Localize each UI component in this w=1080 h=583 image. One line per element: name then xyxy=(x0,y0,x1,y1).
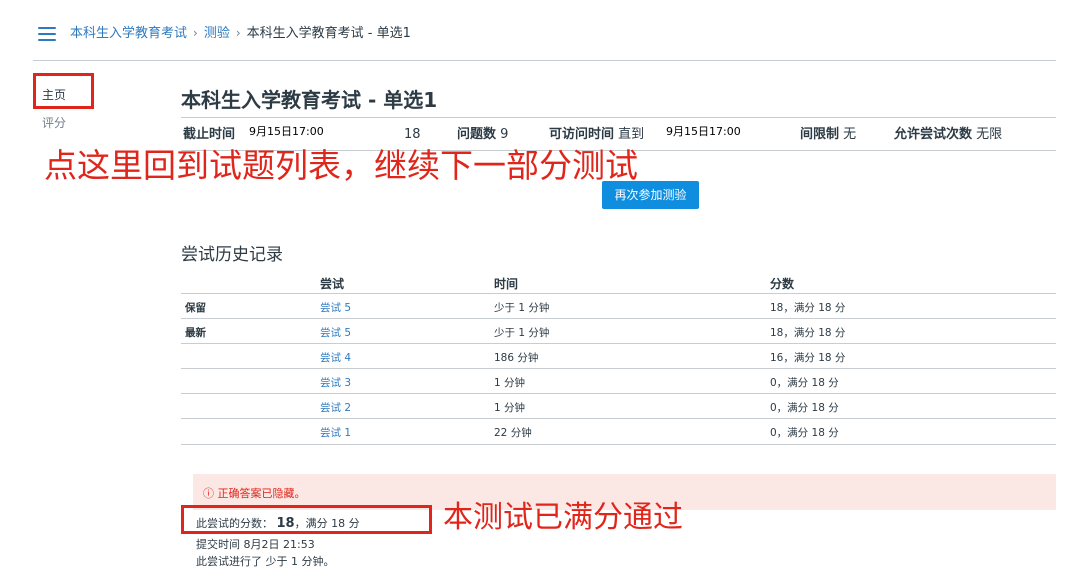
row-tag: 保留 xyxy=(185,302,206,314)
attempt-link[interactable]: 尝试 4 xyxy=(320,350,351,365)
breadcrumb-separator-icon: › xyxy=(235,26,241,40)
alert-message: ⓘ 正确答案已隐藏。 xyxy=(203,485,306,501)
attempt-link[interactable]: 尝试 2 xyxy=(320,400,351,415)
header-divider xyxy=(33,60,1056,61)
submitted-time: 提交时间 8月2日 21:53 xyxy=(196,538,315,551)
column-header-time: 时间 xyxy=(494,277,519,291)
attempt-score: 0，满分 18 分 xyxy=(770,427,839,439)
page-title: 本科生入学教育考试 - 单选1 xyxy=(181,88,438,112)
time-limit-value: 无 xyxy=(843,127,857,142)
column-header-attempt: 尝试 xyxy=(320,277,345,291)
retake-quiz-button[interactable]: 再次参加测验 xyxy=(602,181,699,209)
table-row: 尝试 2 1 分钟 0，满分 18 分 xyxy=(181,393,1056,419)
table-row: 尝试 3 1 分钟 0，满分 18 分 xyxy=(181,368,1056,394)
annotation-back-to-list: 点这里回到试题列表，继续下一部分测试 xyxy=(44,146,638,185)
attempt-time: 1 分钟 xyxy=(494,402,526,414)
annotation-passed: 本测试已满分通过 xyxy=(443,500,683,535)
attempts-label: 允许尝试次数 xyxy=(894,127,973,142)
attempt-score: 16，满分 18 分 xyxy=(770,352,846,364)
time-limit-label: 间限制 xyxy=(800,127,840,142)
highlight-box-home xyxy=(33,73,94,109)
divider xyxy=(181,117,1056,118)
table-row: 尝试 1 22 分钟 0，满分 18 分 xyxy=(181,418,1056,444)
column-header-score: 分数 xyxy=(770,277,795,291)
breadcrumb-quizzes[interactable]: 测验 xyxy=(204,26,230,41)
attempt-link[interactable]: 尝试 1 xyxy=(320,425,351,440)
attempt-time: 186 分钟 xyxy=(494,352,539,364)
attempt-time: 1 分钟 xyxy=(494,377,526,389)
available-date: 9月15日17:00 xyxy=(666,125,741,138)
hamburger-menu-icon[interactable] xyxy=(38,27,56,41)
attempt-time: 少于 1 分钟 xyxy=(494,302,550,314)
breadcrumb: 本科生入学教育考试 › 测验 › 本科生入学教育考试 - 单选1 xyxy=(70,24,411,43)
time-limit-info: 间限制 无 xyxy=(800,126,856,144)
alert-text: 正确答案已隐藏。 xyxy=(217,487,306,500)
row-tag: 最新 xyxy=(185,327,206,339)
history-title: 尝试历史记录 xyxy=(181,245,283,265)
attempt-link[interactable]: 尝试 5 xyxy=(320,325,351,340)
attempt-score: 0，满分 18 分 xyxy=(770,377,839,389)
table-row: 保留 尝试 5 少于 1 分钟 18，满分 18 分 xyxy=(181,293,1056,319)
table-bottom-divider xyxy=(181,444,1056,445)
attempts-info: 允许尝试次数 无限 xyxy=(894,126,1002,144)
attempt-score: 18，满分 18 分 xyxy=(770,302,846,314)
attempt-link[interactable]: 尝试 5 xyxy=(320,300,351,315)
attempt-score: 0，满分 18 分 xyxy=(770,402,839,414)
attempt-time: 少于 1 分钟 xyxy=(494,327,550,339)
breadcrumb-current: 本科生入学教育考试 - 单选1 xyxy=(246,26,411,41)
attempt-time: 22 分钟 xyxy=(494,427,532,439)
table-row: 尝试 4 186 分钟 16，满分 18 分 xyxy=(181,343,1056,369)
breadcrumb-course[interactable]: 本科生入学教育考试 xyxy=(70,26,187,41)
due-date: 9月15日17:00 xyxy=(249,125,324,138)
sidebar-item-grades[interactable]: 评分 xyxy=(42,114,66,131)
table-row: 最新 尝试 5 少于 1 分钟 18，满分 18 分 xyxy=(181,318,1056,344)
info-circle-icon: ⓘ xyxy=(203,487,214,500)
attempts-value: 无限 xyxy=(976,127,1003,142)
attempt-link[interactable]: 尝试 3 xyxy=(320,375,351,390)
attempt-duration: 此尝试进行了 少于 1 分钟。 xyxy=(196,555,335,568)
highlight-box-score xyxy=(181,505,432,534)
attempt-score: 18，满分 18 分 xyxy=(770,327,846,339)
breadcrumb-separator-icon: › xyxy=(193,26,198,40)
